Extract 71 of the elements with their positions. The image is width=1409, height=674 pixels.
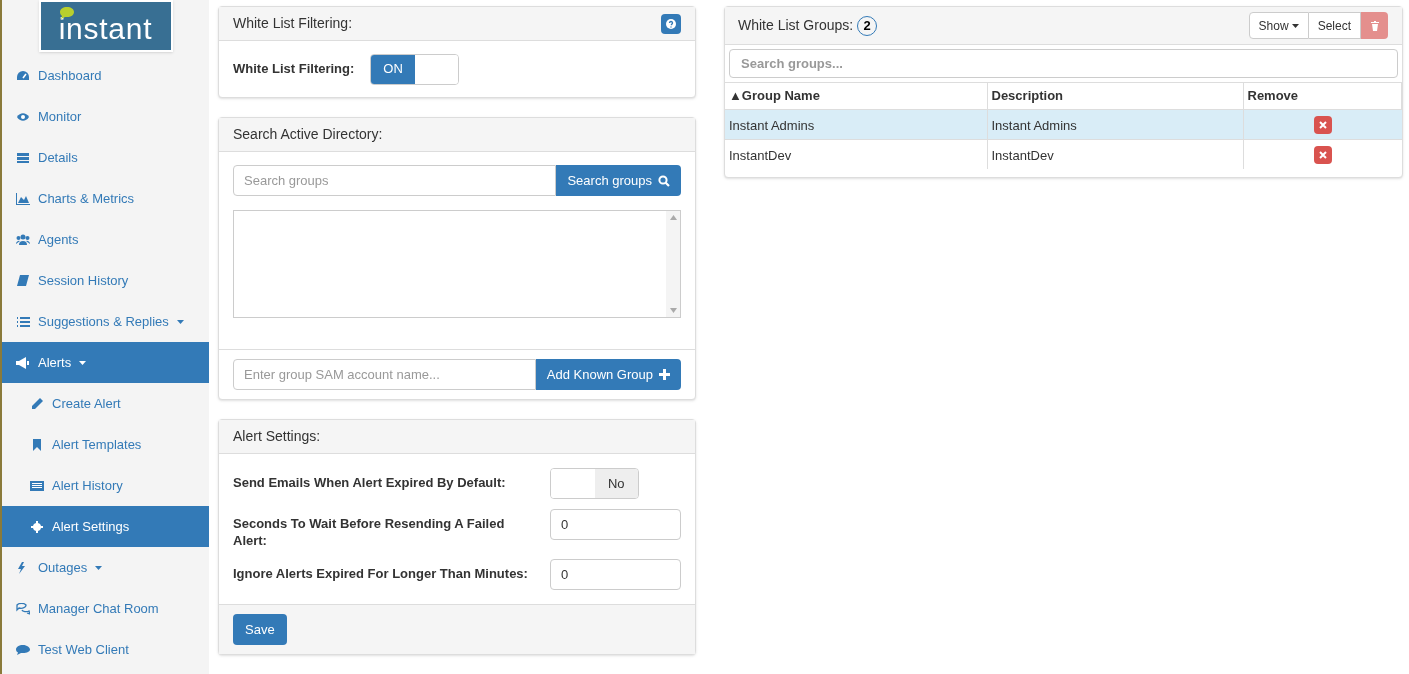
scroll-up-icon[interactable] bbox=[669, 215, 677, 220]
chat-bubbles-icon bbox=[16, 602, 30, 615]
nav-item[interactable]: Charts & Metrics bbox=[2, 178, 209, 219]
results-list[interactable] bbox=[233, 210, 681, 318]
field-label: Seconds To Wait Before Resending A Failed Alert: bbox=[233, 515, 506, 549]
eye-icon bbox=[16, 110, 30, 123]
nav-item[interactable]: Details bbox=[2, 137, 209, 178]
area-chart-icon bbox=[16, 192, 30, 205]
nav-item[interactable]: Dashboard bbox=[2, 55, 209, 96]
nav-item[interactable]: Test Web Client bbox=[2, 629, 209, 670]
field-label: Send Emails When Alert Expired By Default: bbox=[233, 474, 507, 491]
toggle-switch[interactable]: ON bbox=[370, 53, 460, 85]
panel-title: White List Groups: bbox=[738, 16, 854, 35]
table-cell: InstantDev bbox=[725, 139, 987, 169]
table-row[interactable]: Instant Admins Instant Admins bbox=[725, 109, 1402, 139]
megaphone-icon bbox=[16, 356, 30, 369]
speech-bubble-icon bbox=[16, 643, 30, 656]
list-icon bbox=[16, 151, 30, 164]
table-cell: InstantDev bbox=[987, 139, 1243, 169]
show-button[interactable]: Show bbox=[1248, 12, 1309, 39]
search-field[interactable]: Search groups... bbox=[729, 49, 1398, 78]
pencil-icon bbox=[30, 397, 44, 410]
panel-title: Alert Settings: bbox=[233, 427, 321, 446]
numbered-list-icon bbox=[16, 315, 30, 328]
save-button[interactable]: Save bbox=[233, 614, 287, 645]
search-groups-button[interactable]: Search groups bbox=[556, 165, 681, 196]
trash-icon bbox=[1370, 20, 1379, 31]
scrollbar[interactable] bbox=[666, 211, 680, 317]
book-icon bbox=[16, 274, 30, 287]
nav-item[interactable]: Monitor bbox=[2, 96, 209, 137]
nav-item[interactable]: Alert Templates bbox=[2, 424, 209, 465]
scroll-down-icon[interactable] bbox=[669, 308, 677, 313]
number-field[interactable]: 0 bbox=[550, 559, 681, 590]
select-button[interactable]: Select bbox=[1308, 12, 1361, 39]
help-button[interactable] bbox=[661, 13, 681, 34]
caret-icon bbox=[79, 360, 87, 365]
close-icon bbox=[1318, 151, 1327, 160]
nav-item[interactable]: Agents bbox=[2, 219, 209, 260]
nav-item[interactable]: Create Alert bbox=[2, 383, 209, 424]
search-icon bbox=[658, 174, 670, 187]
remove-button[interactable] bbox=[1313, 115, 1332, 134]
field-label: White List Filtering: bbox=[233, 60, 355, 79]
bookmark-icon bbox=[30, 438, 44, 451]
nav-item[interactable]: Suggestions & Replies bbox=[2, 301, 209, 342]
add-known-group-button[interactable]: Add Known Group bbox=[535, 359, 681, 390]
nav-item[interactable]: Alerts bbox=[2, 342, 209, 383]
caret-icon bbox=[1291, 23, 1299, 28]
close-icon bbox=[1318, 120, 1327, 129]
users-icon bbox=[16, 233, 30, 246]
panel-title: Search Active Directory: bbox=[233, 125, 383, 144]
panel-title: White List Filtering: bbox=[233, 14, 353, 33]
table-row[interactable]: InstantDev InstantDev bbox=[725, 139, 1402, 169]
plus-icon bbox=[659, 369, 670, 380]
nav-item[interactable]: Manager Chat Room bbox=[2, 588, 209, 629]
search-field[interactable]: Search groups bbox=[233, 165, 557, 196]
logo-text: instant bbox=[58, 14, 153, 44]
number-field[interactable]: 0 bbox=[550, 509, 681, 540]
remove-button[interactable] bbox=[1313, 146, 1332, 165]
gauge-icon bbox=[16, 69, 30, 82]
toggle-switch[interactable]: No bbox=[550, 468, 639, 499]
nav-item[interactable]: Session History bbox=[2, 260, 209, 301]
delete-button[interactable] bbox=[1361, 12, 1388, 39]
list-panel-icon bbox=[30, 479, 44, 492]
question-icon bbox=[666, 18, 676, 29]
sam-account-field[interactable]: Enter group SAM account name... bbox=[233, 359, 536, 390]
nav-item[interactable]: Alert Settings bbox=[2, 506, 209, 547]
field-label: Ignore Alerts Expired For Longer Than Minutes: bbox=[233, 565, 529, 582]
caret-icon bbox=[176, 319, 184, 324]
caret-icon bbox=[95, 565, 103, 570]
nav-item[interactable]: Alert History bbox=[2, 465, 209, 506]
nav-item[interactable]: Outages bbox=[2, 547, 209, 588]
